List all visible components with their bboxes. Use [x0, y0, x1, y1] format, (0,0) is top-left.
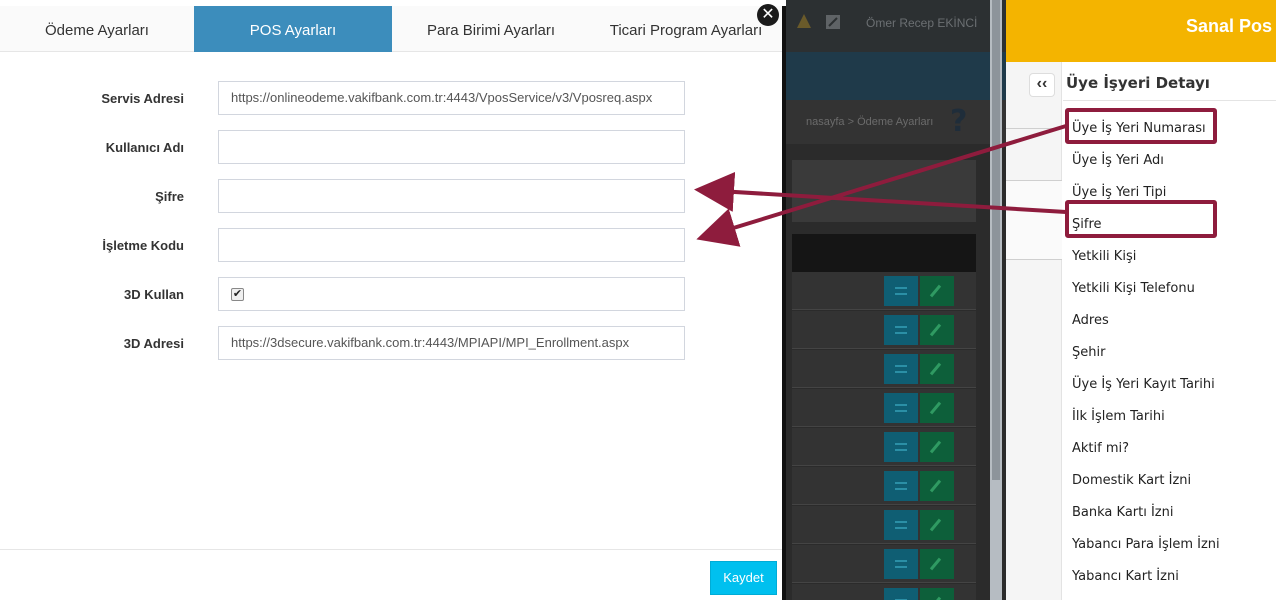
edit-button: [920, 393, 954, 423]
settings-button: [884, 315, 918, 345]
table-row: [792, 272, 976, 310]
table-row: [792, 545, 976, 583]
background-header: [786, 52, 1006, 100]
table-row: [792, 584, 976, 600]
detail-item-foreign-card[interactable]: Yabancı Kart İzni: [1072, 569, 1179, 584]
detail-item-merchant-type[interactable]: Üye İş Yeri Tipi: [1072, 185, 1166, 200]
help-icon: ?: [950, 104, 968, 139]
detail-item-address[interactable]: Adres: [1072, 313, 1109, 328]
close-icon[interactable]: ✕: [757, 4, 779, 26]
detail-item-first-transaction-date[interactable]: İlk İşlem Tarihi: [1072, 409, 1165, 424]
detail-item-bank-card[interactable]: Banka Kartı İzni: [1072, 505, 1173, 520]
save-button[interactable]: Kaydet: [710, 561, 777, 595]
detail-item-city[interactable]: Şehir: [1072, 345, 1105, 360]
user-name: Ömer Recep EKİNCİ: [866, 16, 978, 30]
edit-button: [920, 549, 954, 579]
tab-bar: Ödeme Ayarları POS Ayarları Para Birimi …: [0, 6, 782, 52]
service-address-input[interactable]: https://onlineodeme.vakifbank.com.tr:444…: [218, 81, 685, 115]
table-row: [792, 428, 976, 466]
edit-button: [920, 510, 954, 540]
settings-button: [884, 276, 918, 306]
edit-button: [920, 315, 954, 345]
3d-address-label: 3D Adresi: [123, 336, 184, 351]
service-address-label: Servis Adresi: [101, 91, 184, 106]
settings-button: [884, 354, 918, 384]
username-input[interactable]: [218, 130, 685, 164]
3d-address-input[interactable]: https://3dsecure.vakifbank.com.tr:4443/M…: [218, 326, 685, 360]
edit-button: [920, 354, 954, 384]
settings-button: [884, 432, 918, 462]
tab-commercial-program-settings[interactable]: Ticari Program Ayarları: [590, 6, 782, 52]
edit-button: [920, 276, 954, 306]
detail-item-merchant-name[interactable]: Üye İş Yeri Adı: [1072, 153, 1164, 168]
detail-item-registration-date[interactable]: Üye İş Yeri Kayıt Tarihi: [1072, 377, 1215, 392]
tab-payment-settings[interactable]: Ödeme Ayarları: [0, 6, 194, 52]
table-row: [792, 350, 976, 388]
table-row: [792, 311, 976, 349]
highlight-password: [1065, 200, 1217, 238]
business-code-label: İşletme Kodu: [102, 238, 184, 253]
password-label: Şifre: [155, 189, 184, 204]
scrollbar-thumb[interactable]: [992, 0, 1000, 480]
settings-button: [884, 588, 918, 600]
table-row: [792, 506, 976, 544]
collapse-button[interactable]: ‹‹: [1030, 74, 1054, 96]
detail-item-active[interactable]: Aktif mi?: [1072, 441, 1129, 456]
table-row: [792, 467, 976, 505]
username-label: Kullanıcı Adı: [105, 140, 184, 155]
settings-button: [884, 393, 918, 423]
table-row: [792, 389, 976, 427]
divider: [1063, 100, 1276, 101]
use-3d-label: 3D Kullan: [124, 287, 184, 302]
password-input[interactable]: [218, 179, 685, 213]
edit-icon: [826, 15, 840, 29]
detail-item-contact-person[interactable]: Yetkili Kişi: [1072, 249, 1136, 264]
edit-button: [920, 471, 954, 501]
detail-item-foreign-currency[interactable]: Yabancı Para İşlem İzni: [1072, 537, 1220, 552]
panel-title: Üye İşyeri Detayı: [1066, 74, 1210, 92]
brand-bar: Sanal Pos: [1006, 0, 1276, 62]
footer-divider: [0, 549, 782, 550]
settings-button: [884, 549, 918, 579]
background-app: Ömer Recep EKİNCİ nasayfa > Ödeme Ayarla…: [786, 0, 1006, 600]
detail-item-contact-phone[interactable]: Yetkili Kişi Telefonu: [1072, 281, 1195, 296]
side-box: [1006, 180, 1062, 260]
settings-button: [884, 471, 918, 501]
right-side-strip: ‹‹: [1006, 62, 1062, 600]
settings-button: [884, 510, 918, 540]
divider: [1006, 128, 1062, 129]
background-table-header: [792, 234, 976, 272]
business-code-input[interactable]: [218, 228, 685, 262]
highlight-merchant-number: [1065, 108, 1217, 144]
use-3d-checkbox[interactable]: ✔: [231, 288, 244, 301]
edit-button: [920, 588, 954, 600]
brand-title: Sanal Pos: [1185, 16, 1272, 36]
detail-item-domestic-card[interactable]: Domestik Kart İzni: [1072, 473, 1191, 488]
tab-pos-settings[interactable]: POS Ayarları: [194, 6, 392, 52]
breadcrumb: nasayfa > Ödeme Ayarları: [786, 100, 1006, 144]
background-panel: [792, 160, 976, 222]
tab-currency-settings[interactable]: Para Birimi Ayarları: [392, 6, 590, 52]
warning-icon: [797, 14, 811, 28]
pos-settings-modal: Ödeme Ayarları POS Ayarları Para Birimi …: [0, 4, 786, 600]
edit-button: [920, 432, 954, 462]
background-topbar: Ömer Recep EKİNCİ: [786, 0, 1006, 52]
breadcrumb-text: nasayfa > Ödeme Ayarları: [806, 116, 934, 128]
use-3d-field: ✔: [218, 277, 685, 311]
